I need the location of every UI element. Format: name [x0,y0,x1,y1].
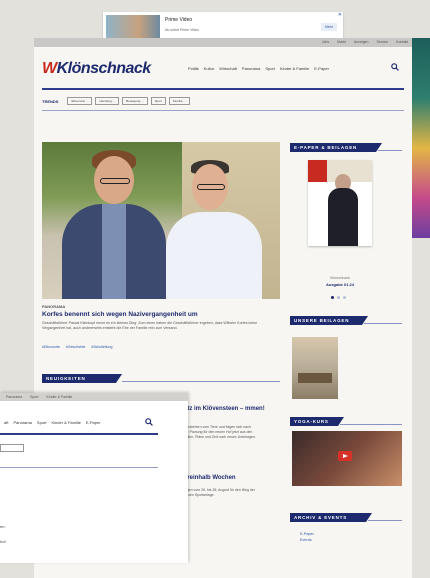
news-headline[interactable]: atz im Klövensteen – mmen! [184,405,265,413]
main-header: WKlönschnack Politik Kultur Wirtschaft P… [34,47,412,77]
ad-cta-button[interactable]: Mehr [321,23,337,31]
ad-close-icon[interactable]: ✕ [338,12,342,18]
header-divider [42,88,404,90]
nav-item-panorama[interactable]: Panorama [242,66,260,71]
archive-links: E-Paper Events [300,531,314,543]
search-icon[interactable] [391,63,399,71]
yoga-video[interactable] [292,431,402,486]
ad-subtitle: Ab sofort Prime Video [165,28,199,32]
article-tag[interactable]: #Schulleitung [91,345,112,349]
section-underline [364,323,402,324]
nav-item-politik[interactable]: Politik [188,66,199,71]
section-underline [122,381,280,382]
article-teaser: Geschäftsführer Pascal Kleinkopf nennt e… [42,321,258,330]
trends-divider [42,110,404,111]
article-tag[interactable]: #Elbvororte [42,345,60,349]
overlay-topbar: Panorama Sport Kinder & Familie [0,393,188,401]
overlay-topbar-link[interactable]: Sport [30,393,38,401]
overlay-navigation: aft Panorama Sport Kinder & Familie E-Pa… [4,420,101,425]
trend-chip[interactable]: Familie ... [168,97,190,105]
overlay-nav-item[interactable]: Panorama [13,420,31,425]
overlay-nav-item[interactable]: E-Paper [86,420,101,425]
trend-chip[interactable]: Sport [150,97,166,105]
nav-item-kultur[interactable]: Kultur [204,66,214,71]
section-header-beilagen: UNSERE BEILAGEN [290,316,368,325]
top-utility-bar: Jobs Markt Anzeigen Service Kontakt [34,38,412,47]
person-left-shirt [102,204,126,299]
overlay-divider [0,433,158,435]
news-teaser: ingen vom 26. bis 28. August für den Weg… [184,488,255,497]
site-logo[interactable]: WKlönschnack [42,60,151,78]
search-icon[interactable] [145,418,153,426]
nav-item-familie[interactable]: Kinder & Familie [280,66,309,71]
epaper-cover[interactable] [308,160,372,246]
section-underline [378,150,402,151]
overlay-chip[interactable] [0,444,24,452]
topbar-link[interactable]: Service [376,38,388,47]
news-headline[interactable]: ereinhalb Wochen [184,475,236,481]
trends-bar: TRENDS Elbvororte ... Hamburg ... Bewegu… [42,97,190,105]
topbar-link[interactable]: Markt [337,38,346,47]
section-header-neuigkeiten: NEUIGKEITEN [42,374,122,383]
glasses-right [197,184,225,190]
carousel-dot-active[interactable] [331,296,334,299]
section-underline [368,520,402,521]
overlay-nav-item[interactable]: Sport [37,420,47,425]
epaper-caption: Klönschnack [330,276,350,280]
article-tag[interactable]: #Geschichte [66,345,85,349]
trends-label: TRENDS [42,98,59,104]
person-right-body [166,212,262,299]
nav-item-epaper[interactable]: E-Paper [314,66,329,71]
nav-item-wirtschaft[interactable]: Wirtschaft [219,66,237,71]
overlay-text-fragment: hof [0,539,6,544]
logo-mark: W [42,60,57,77]
topbar-link[interactable]: Jobs [322,38,329,47]
article-kicker: PANORAMA [42,304,66,309]
overlay-topbar-link[interactable]: Kinder & Familie [47,393,73,401]
section-header-epaper: E-PAPER & BEILAGEN [290,143,382,152]
news-teaser: wandertern vom Tiere und folgen sich nac… [184,425,256,439]
overlay-page-screenshot: Panorama Sport Kinder & Familie aft Pano… [0,393,188,563]
overlay-divider [0,467,158,468]
logo-text: Klönschnack [56,60,152,77]
section-header-yoga: YOGA-KURS [290,417,344,426]
topbar-link[interactable]: Kontakt [396,38,408,47]
overlay-text-fragment: en: [0,524,6,529]
trend-chip[interactable]: Elbvororte ... [67,97,93,105]
archive-link[interactable]: Events [300,537,314,543]
trend-chip[interactable]: Bewegung ... [122,97,148,105]
beilage-sofa-graphic [298,373,332,383]
carousel-dot[interactable] [343,296,346,299]
epaper-cover-person [328,188,358,246]
topbar-link[interactable]: Anzeigen [354,38,369,47]
article-tags: #Elbvororte #Geschichte #Schulleitung [42,345,112,349]
overlay-topbar-link[interactable]: Panorama [6,393,22,401]
play-icon[interactable] [338,451,352,461]
trend-chip[interactable]: Hamburg ... [95,97,120,105]
side-advertisement[interactable] [412,38,430,238]
overlay-nav-item[interactable]: Kinder & Familie [51,420,80,425]
hero-image[interactable] [42,142,280,299]
article-headline[interactable]: Korfes benennt sich wegen Naziver­gangen… [42,311,198,318]
ad-title: Prime Video [165,17,193,23]
section-underline [340,424,402,425]
section-header-archiv: ARCHIV & EVENTS [290,513,372,522]
main-navigation: Politik Kultur Wirtschaft Panorama Sport… [188,66,329,71]
overlay-nav-item[interactable]: aft [4,420,8,425]
nav-item-sport[interactable]: Sport [265,66,275,71]
carousel-dot[interactable] [337,296,340,299]
carousel-dots[interactable] [331,296,346,299]
epaper-issue[interactable]: Ausgabe 01.24 [308,282,372,287]
beilage-thumbnail[interactable] [292,337,338,399]
glasses-left [100,178,130,184]
